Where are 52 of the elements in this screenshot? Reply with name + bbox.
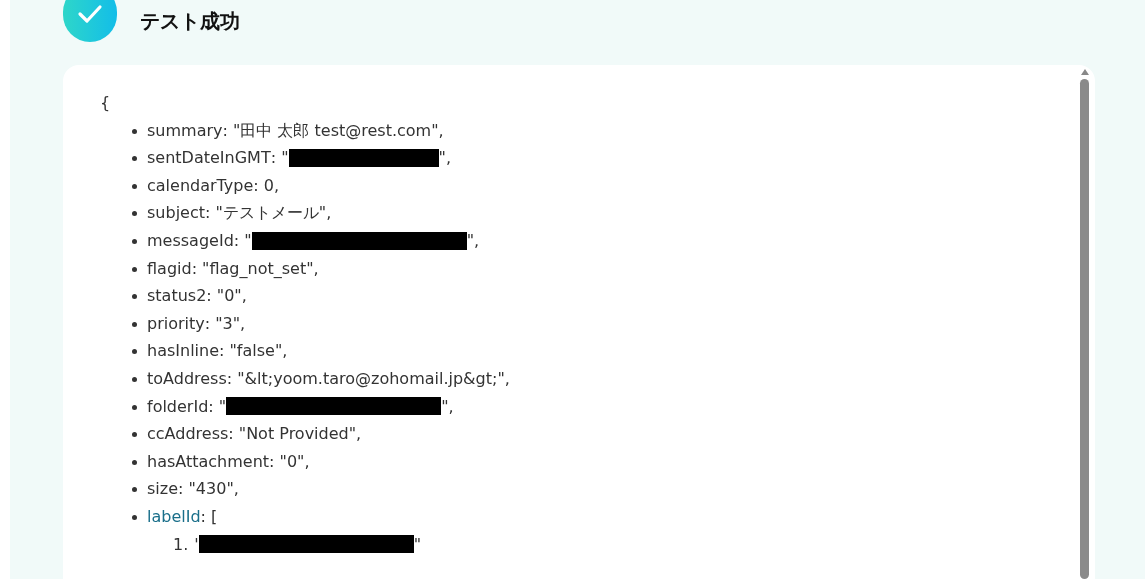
bullet-icon <box>132 321 137 327</box>
bullet-icon <box>132 211 137 217</box>
entry-key: size <box>147 475 179 503</box>
entry-key: ccAddress <box>147 420 229 448</box>
bullet-icon <box>132 238 137 244</box>
entry-key: summary <box>147 116 223 145</box>
entry-key: toAddress <box>147 364 227 393</box>
entry-key: subject <box>147 199 205 227</box>
scrollbar[interactable] <box>1080 69 1089 579</box>
entry-text: ' " <box>194 533 422 556</box>
entry-key: folderId <box>147 392 209 421</box>
entry-value: : "田中 太郎 test@rest.com", <box>222 119 444 142</box>
entry-value: : "flag_not_set", <box>191 257 319 280</box>
entry-key: status2 <box>147 282 207 310</box>
bullet-icon <box>132 266 137 272</box>
bullet-icon <box>132 294 137 300</box>
entry-value: : "テストメール", <box>205 202 332 225</box>
bullet-icon <box>132 459 137 465</box>
header-title: テスト成功 <box>140 8 240 35</box>
entry-value: : [ <box>200 505 218 528</box>
bullet-icon <box>132 404 137 410</box>
bullet-icon <box>132 128 137 134</box>
entry-value: : "430", <box>178 478 239 501</box>
bullet-icon <box>132 156 137 162</box>
check-icon <box>63 0 117 42</box>
entry-value: : 0, <box>253 174 280 197</box>
entry-text: : " ", <box>270 147 451 170</box>
entry-key: hasAttachment <box>147 447 270 476</box>
entry-key: hasInline <box>147 337 219 365</box>
bullet-icon <box>132 487 137 493</box>
entry-key: labelId <box>147 502 201 531</box>
bullet-icon <box>132 376 137 382</box>
entry-key: sentDateInGMT <box>147 144 271 172</box>
entry-value: : "&lt;yoom.taro@zohomail.jp&gt;", <box>226 367 510 390</box>
bullet-icon <box>132 349 137 355</box>
entry-value: : "false", <box>219 340 288 363</box>
entry-value: : "Not Provided", <box>228 423 362 446</box>
bullet-icon <box>132 514 137 520</box>
entry-text: : " ", <box>233 229 480 252</box>
open-brace: { <box>100 92 111 114</box>
bullet-icon <box>132 183 137 189</box>
bullet-icon <box>132 432 137 438</box>
entry-key: flagid <box>147 254 192 283</box>
entry-value: : "3", <box>204 312 246 335</box>
entry-key: calendarType <box>147 171 254 200</box>
entry-key: priority <box>147 309 205 338</box>
scroll-up-icon <box>1080 69 1089 75</box>
entry-value: : "0", <box>269 450 310 473</box>
entry-text: : " ", <box>208 395 454 418</box>
entry-value: : "0", <box>206 285 247 308</box>
list-number: 1. <box>173 533 189 556</box>
entry-key: messageId <box>147 226 234 255</box>
